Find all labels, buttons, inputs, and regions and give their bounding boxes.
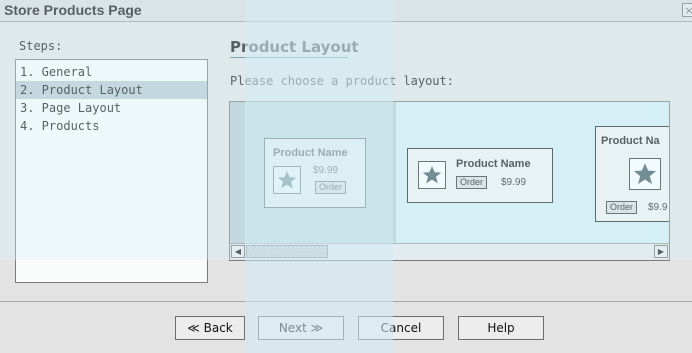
- window-title: Store Products Page: [4, 2, 142, 18]
- horizontal-scrollbar[interactable]: ◀ ▶: [230, 243, 669, 260]
- steps-label: Steps:: [19, 39, 63, 53]
- product-name: Product Name: [273, 147, 348, 159]
- close-icon[interactable]: ×: [682, 3, 692, 17]
- star-icon: [422, 166, 442, 184]
- product-image: [629, 158, 661, 190]
- button-separator: [0, 301, 692, 302]
- product-price: $9.9: [648, 202, 668, 213]
- step-item-general[interactable]: 1. General: [16, 63, 207, 81]
- product-image: [418, 161, 446, 189]
- layout-prompt: Please choose a product layout:: [230, 74, 454, 88]
- star-icon: [633, 163, 657, 185]
- title-bar: Store Products Page ×: [0, 0, 692, 22]
- section-title-underline: [230, 57, 348, 58]
- section-title: Product Layout: [230, 38, 359, 56]
- steps-list: 1. General 2. Product Layout 3. Page Lay…: [15, 59, 208, 283]
- cancel-button[interactable]: Cancel: [358, 316, 444, 340]
- layout-chooser: Product Name $9.99 Order Product Name Or…: [229, 101, 670, 261]
- layout-option-3[interactable]: Product Na Order $9.9: [595, 126, 669, 222]
- step-item-products[interactable]: 4. Products: [16, 117, 207, 135]
- order-button: Order: [456, 176, 488, 189]
- scroll-right-icon[interactable]: ▶: [654, 245, 668, 258]
- order-button: Order: [315, 181, 347, 194]
- product-name: Product Na: [601, 135, 660, 147]
- order-button: Order: [606, 201, 638, 214]
- step-item-product-layout[interactable]: 2. Product Layout: [16, 81, 207, 99]
- product-price: $9.99: [313, 165, 339, 176]
- product-price: $9.99: [501, 177, 527, 188]
- layout-option-1[interactable]: Product Name $9.99 Order: [264, 138, 366, 208]
- product-name: Product Name: [456, 158, 531, 170]
- next-button[interactable]: Next ≫: [258, 316, 344, 340]
- back-button[interactable]: ≪ Back: [175, 316, 245, 340]
- layout-option-2[interactable]: Product Name Order $9.99: [407, 148, 553, 203]
- star-icon: [277, 171, 297, 189]
- scroll-left-icon[interactable]: ◀: [231, 245, 245, 258]
- store-products-dialog: Store Products Page × Steps: 1. General …: [0, 0, 692, 353]
- layout-viewport: Product Name $9.99 Order Product Name Or…: [230, 102, 669, 243]
- scroll-thumb[interactable]: [246, 245, 328, 258]
- step-item-page-layout[interactable]: 3. Page Layout: [16, 99, 207, 117]
- help-button[interactable]: Help: [458, 316, 544, 340]
- product-image: [273, 166, 301, 194]
